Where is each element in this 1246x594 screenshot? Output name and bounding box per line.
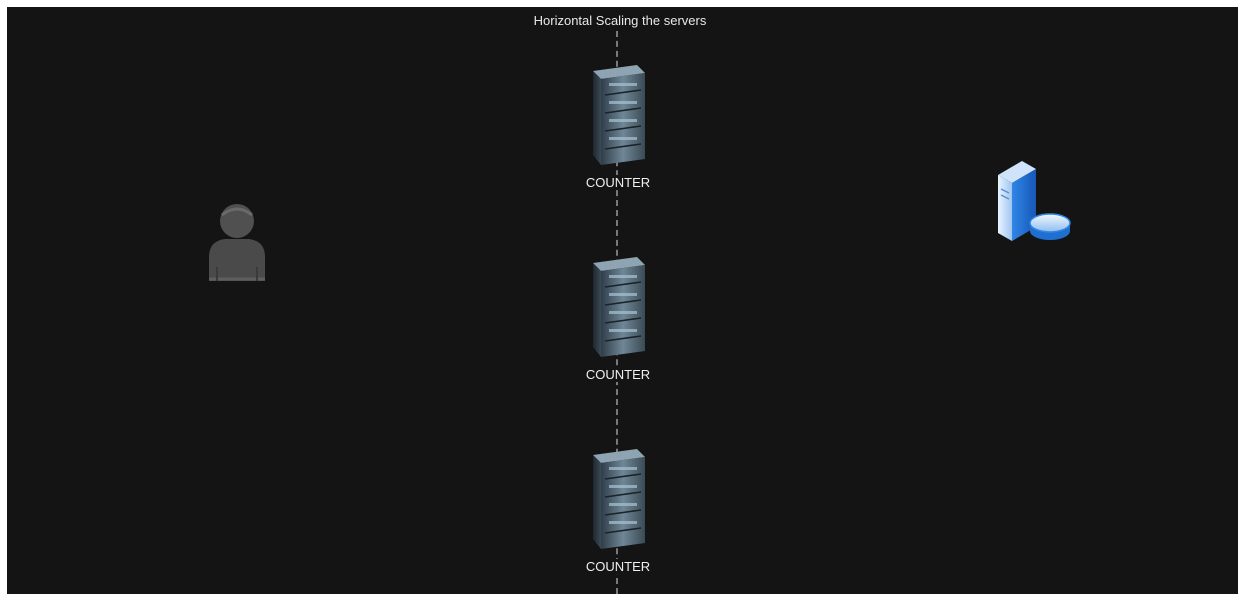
server-label: COUNTER (583, 175, 653, 190)
server-node-1[interactable]: COUNTER (558, 63, 678, 192)
server-rack-icon (593, 65, 645, 165)
diagram-canvas: Horizontal Scaling the servers COUNTER C… (7, 7, 1238, 594)
server-label: COUNTER (583, 559, 653, 574)
server-node-2[interactable]: COUNTER (558, 255, 678, 384)
client-node[interactable] (205, 201, 269, 290)
database-node[interactable] (992, 153, 1072, 250)
server-rack-icon (593, 449, 645, 549)
database-server-icon (998, 161, 1071, 241)
diagram-title: Horizontal Scaling the servers (7, 13, 1233, 28)
server-label: COUNTER (583, 367, 653, 382)
server-rack-icon (593, 257, 645, 357)
server-node-3[interactable]: COUNTER (558, 447, 678, 576)
diagram-title-text: Horizontal Scaling the servers (529, 13, 711, 28)
user-icon (209, 204, 265, 281)
